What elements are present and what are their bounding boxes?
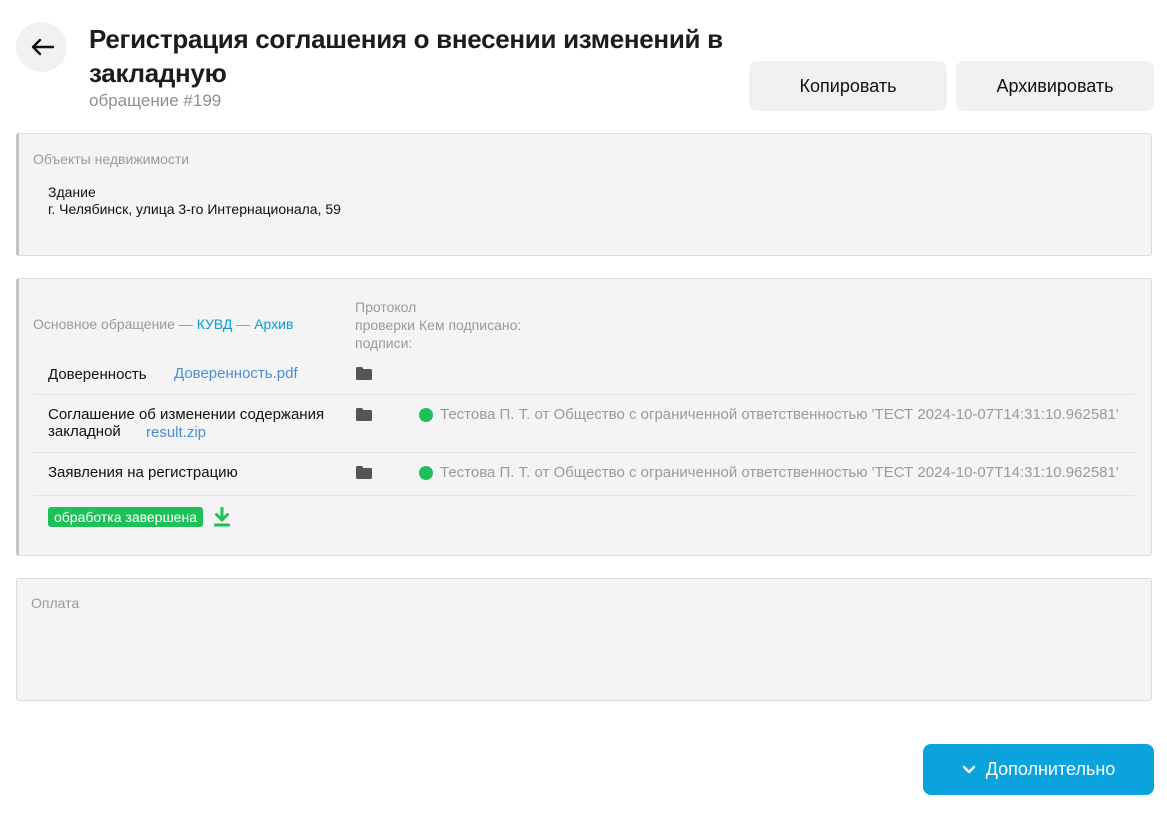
real-estate-card: Объекты недвижимости Здание г. Челябинск…	[16, 133, 1152, 256]
more-options-label: Дополнительно	[985, 759, 1116, 779]
download-icon[interactable]	[213, 507, 231, 527]
signature-registration: Тестова П. Т. от Общество с ограниченной…	[419, 464, 1119, 481]
archive-link[interactable]: Архив	[254, 316, 293, 332]
document-label-power-of-attorney: Доверенность	[48, 366, 147, 383]
request-number: обращение #199	[89, 91, 222, 110]
archive-button[interactable]: Архивировать	[956, 61, 1154, 111]
signature-agreement: Тестова П. Т. от Общество с ограниченной…	[419, 406, 1119, 423]
back-button[interactable]	[16, 22, 67, 72]
document-label-registration-applications: Заявления на регистрацию	[48, 464, 238, 481]
kuvd-link[interactable]: КУВД	[197, 316, 233, 332]
file-link-power-of-attorney[interactable]: Доверенность.pdf	[174, 365, 298, 382]
signature-status-dot	[419, 407, 433, 422]
payment-card: Оплата	[16, 578, 1152, 701]
property-type: Здание	[48, 184, 96, 200]
chevron-down-icon	[962, 765, 975, 773]
row-divider	[33, 452, 1135, 453]
real-estate-title: Объекты недвижимости	[33, 151, 190, 167]
folder-icon[interactable]	[356, 466, 372, 479]
status-badge: обработка завершена	[48, 507, 203, 527]
protocol-column-header: Протокол проверки подписи:	[355, 299, 417, 351]
folder-icon[interactable]	[356, 408, 372, 421]
more-options-button[interactable]: Дополнительно	[923, 744, 1154, 795]
page-title: Регистрация соглашения о внесении измене…	[89, 24, 723, 88]
arrow-left-icon	[31, 38, 54, 56]
row-divider	[33, 495, 1135, 496]
main-request-label: Основное обращение	[33, 316, 175, 332]
file-link-result-zip[interactable]: result.zip	[146, 424, 206, 441]
copy-button[interactable]: Копировать	[749, 61, 947, 111]
main-request-header: Основное обращение — КУВД — Архив	[33, 316, 294, 332]
row-divider	[33, 394, 1135, 395]
signature-status-dot	[419, 465, 433, 480]
signed-by-column-header: Кем подписано:	[419, 317, 522, 333]
property-address: г. Челябинск, улица 3-го Интернационала,…	[48, 201, 341, 217]
payment-title: Оплата	[31, 595, 80, 611]
folder-icon[interactable]	[356, 367, 372, 380]
documents-card: Основное обращение — КУВД — Архив Проток…	[16, 278, 1152, 556]
